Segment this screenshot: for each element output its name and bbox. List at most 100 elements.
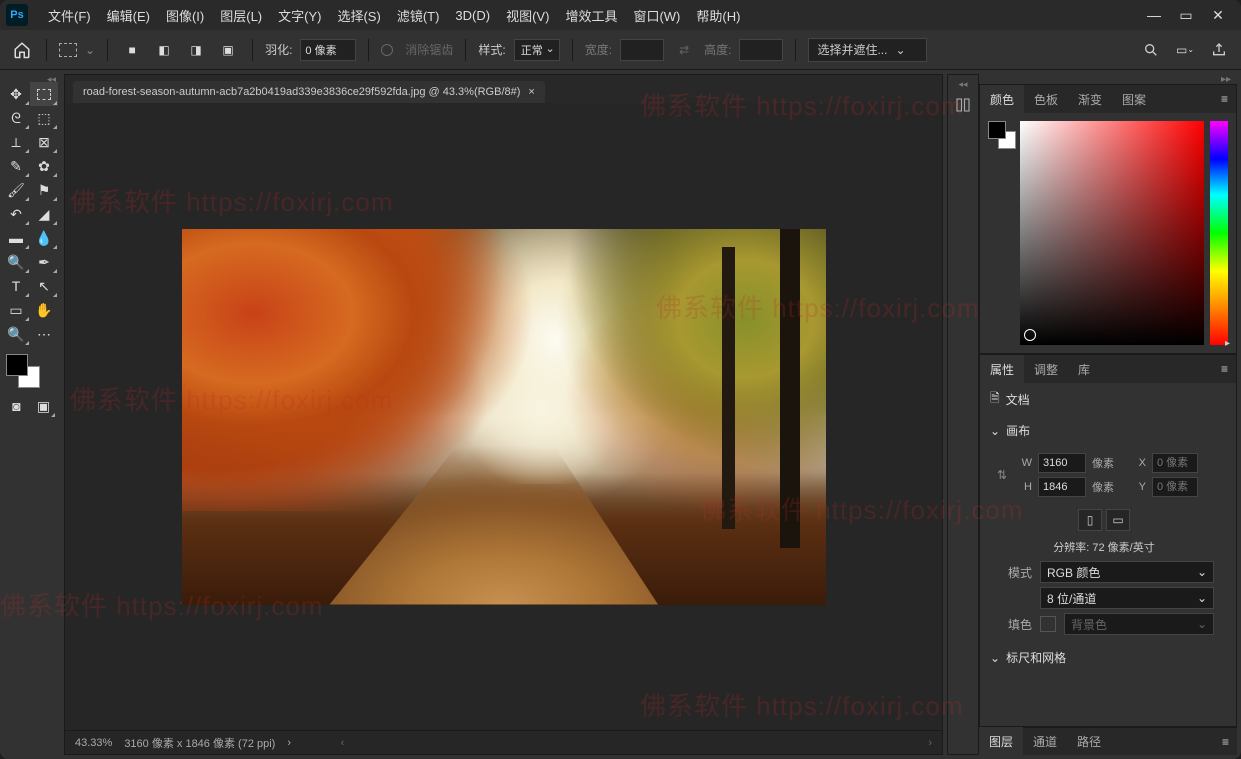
panel-menu-icon[interactable]: ≡ (1214, 735, 1237, 749)
portrait-orientation-button[interactable]: ▯ (1078, 509, 1102, 531)
maximize-icon[interactable]: ▭ (1179, 8, 1193, 22)
share-icon[interactable] (1207, 38, 1231, 62)
panel-foreground-color[interactable] (988, 121, 1006, 139)
canvas[interactable] (65, 103, 942, 730)
doc-dimensions[interactable]: 3160 像素 x 1846 像素 (72 ppi) (124, 735, 275, 751)
swap-wh-icon: ⇄ (672, 38, 696, 62)
blur-tool-icon[interactable]: 💧 (30, 226, 58, 250)
add-selection-icon[interactable]: ◧ (152, 38, 176, 62)
gradient-tool-icon[interactable]: ▬ (2, 226, 30, 250)
h-label: H (1014, 481, 1032, 493)
fill-select[interactable]: 背景色 (1064, 613, 1214, 635)
home-icon[interactable] (10, 38, 34, 62)
link-wh-icon[interactable]: ⇅ (994, 449, 1010, 501)
color-mode-select[interactable]: RGB 颜色 (1040, 561, 1214, 583)
document-image (182, 229, 826, 605)
tab-color[interactable]: 颜色 (980, 85, 1024, 114)
panel-menu-icon[interactable]: ≡ (1213, 362, 1236, 376)
rulers-section-toggle[interactable]: ⌄ 标尺和网格 (980, 643, 1236, 672)
menu-help[interactable]: 帮助(H) (688, 6, 748, 25)
scroll-right-icon[interactable]: › (928, 737, 932, 749)
x-label: X (1128, 457, 1146, 469)
landscape-orientation-button[interactable]: ▭ (1106, 509, 1130, 531)
healing-brush-tool-icon[interactable]: ✿ (30, 154, 58, 178)
tab-gradients[interactable]: 渐变 (1068, 85, 1112, 114)
status-chevron-icon[interactable]: › (287, 737, 291, 749)
subtract-selection-icon[interactable]: ◨ (184, 38, 208, 62)
zoom-tool-icon[interactable]: 🔍 (2, 322, 30, 346)
select-and-mask-button[interactable]: 选择并遮住... (808, 38, 926, 62)
tab-layers[interactable]: 图层 (979, 727, 1023, 755)
height-input[interactable] (1038, 477, 1086, 497)
crop-tool-icon[interactable]: ⟂ (2, 130, 30, 154)
menu-view[interactable]: 视图(V) (498, 6, 557, 25)
document-tabs: road-forest-season-autumn-acb7a2b0419ad3… (65, 75, 942, 103)
tab-adjustments[interactable]: 调整 (1024, 355, 1068, 384)
foreground-color[interactable] (6, 354, 28, 376)
menu-filter[interactable]: 滤镜(T) (389, 6, 448, 25)
quick-select-tool-icon[interactable]: ⬚ (30, 106, 58, 130)
brush-tool-icon[interactable]: 🖌 (2, 178, 30, 202)
collapsed-panel-strip: ◂◂ (947, 74, 979, 755)
collapse-panels-icon[interactable]: ▸▸ (979, 74, 1237, 84)
color-swatches[interactable] (4, 352, 56, 388)
tab-swatches[interactable]: 色板 (1024, 85, 1068, 114)
tab-channels[interactable]: 通道 (1023, 727, 1067, 755)
move-tool-icon[interactable]: ✥ (2, 82, 30, 106)
screen-mode-icon[interactable]: ▣ (31, 394, 56, 418)
new-selection-icon[interactable]: ■ (120, 38, 144, 62)
antialias-checkbox (381, 44, 393, 56)
quick-mask-icon[interactable]: ◙ (4, 394, 29, 418)
menu-file[interactable]: 文件(F) (40, 6, 99, 25)
status-bar: 43.33% 3160 像素 x 1846 像素 (72 ppi) › ‹ › (65, 730, 942, 754)
frame-tool-icon[interactable]: ⊠ (30, 130, 58, 154)
lasso-tool-icon[interactable]: ᘓ (2, 106, 30, 130)
scroll-left-icon[interactable]: ‹ (341, 737, 345, 749)
search-icon[interactable] (1139, 38, 1163, 62)
tab-patterns[interactable]: 图案 (1112, 85, 1156, 114)
color-field[interactable] (1020, 121, 1204, 345)
menu-layer[interactable]: 图层(L) (212, 6, 270, 25)
workspace-icon[interactable]: ▭⌄ (1173, 38, 1197, 62)
unit-label: 像素 (1092, 455, 1122, 471)
marquee-tool-icon[interactable] (30, 82, 58, 106)
hand-tool-icon[interactable]: ✋ (30, 298, 58, 322)
zoom-level[interactable]: 43.33% (75, 737, 112, 749)
feather-input[interactable] (300, 39, 356, 61)
bit-depth-select[interactable]: 8 位/通道 (1040, 587, 1214, 609)
edit-toolbar-icon[interactable]: ⋯ (30, 322, 58, 346)
eraser-tool-icon[interactable]: ◢ (30, 202, 58, 226)
fill-swatch[interactable] (1040, 616, 1056, 632)
menu-plugins[interactable]: 增效工具 (557, 6, 625, 25)
menu-3d[interactable]: 3D(D) (447, 8, 498, 23)
style-select[interactable]: 正常 (514, 39, 560, 61)
history-brush-tool-icon[interactable]: ↶ (2, 202, 30, 226)
eyedropper-tool-icon[interactable]: ✎ (2, 154, 30, 178)
menu-select[interactable]: 选择(S) (329, 6, 388, 25)
tab-paths[interactable]: 路径 (1067, 727, 1111, 755)
dodge-tool-icon[interactable]: 🔍 (2, 250, 30, 274)
collapsed-panel-icon[interactable] (951, 93, 975, 117)
menu-image[interactable]: 图像(I) (158, 6, 212, 25)
color-picker (980, 113, 1236, 353)
type-tool-icon[interactable]: T (2, 274, 30, 298)
pen-tool-icon[interactable]: ✒ (30, 250, 58, 274)
clone-stamp-tool-icon[interactable]: ⚑ (30, 178, 58, 202)
path-select-tool-icon[interactable]: ↖ (30, 274, 58, 298)
shape-tool-icon[interactable]: ▭ (2, 298, 30, 322)
menu-type[interactable]: 文字(Y) (270, 6, 329, 25)
hue-slider[interactable] (1210, 121, 1228, 345)
menu-edit[interactable]: 编辑(E) (99, 6, 158, 25)
intersect-selection-icon[interactable]: ▣ (216, 38, 240, 62)
canvas-section-toggle[interactable]: ⌄ 画布 (980, 416, 1236, 445)
close-tab-icon[interactable]: × (528, 86, 534, 98)
close-icon[interactable]: ✕ (1211, 8, 1225, 22)
marquee-tool-icon[interactable] (59, 43, 77, 57)
panel-menu-icon[interactable]: ≡ (1213, 92, 1236, 106)
menu-window[interactable]: 窗口(W) (625, 6, 688, 25)
tab-libraries[interactable]: 库 (1068, 355, 1100, 384)
document-tab[interactable]: road-forest-season-autumn-acb7a2b0419ad3… (73, 81, 545, 103)
tab-properties[interactable]: 属性 (980, 355, 1024, 384)
minimize-icon[interactable]: — (1147, 8, 1161, 22)
width-input[interactable] (1038, 453, 1086, 473)
